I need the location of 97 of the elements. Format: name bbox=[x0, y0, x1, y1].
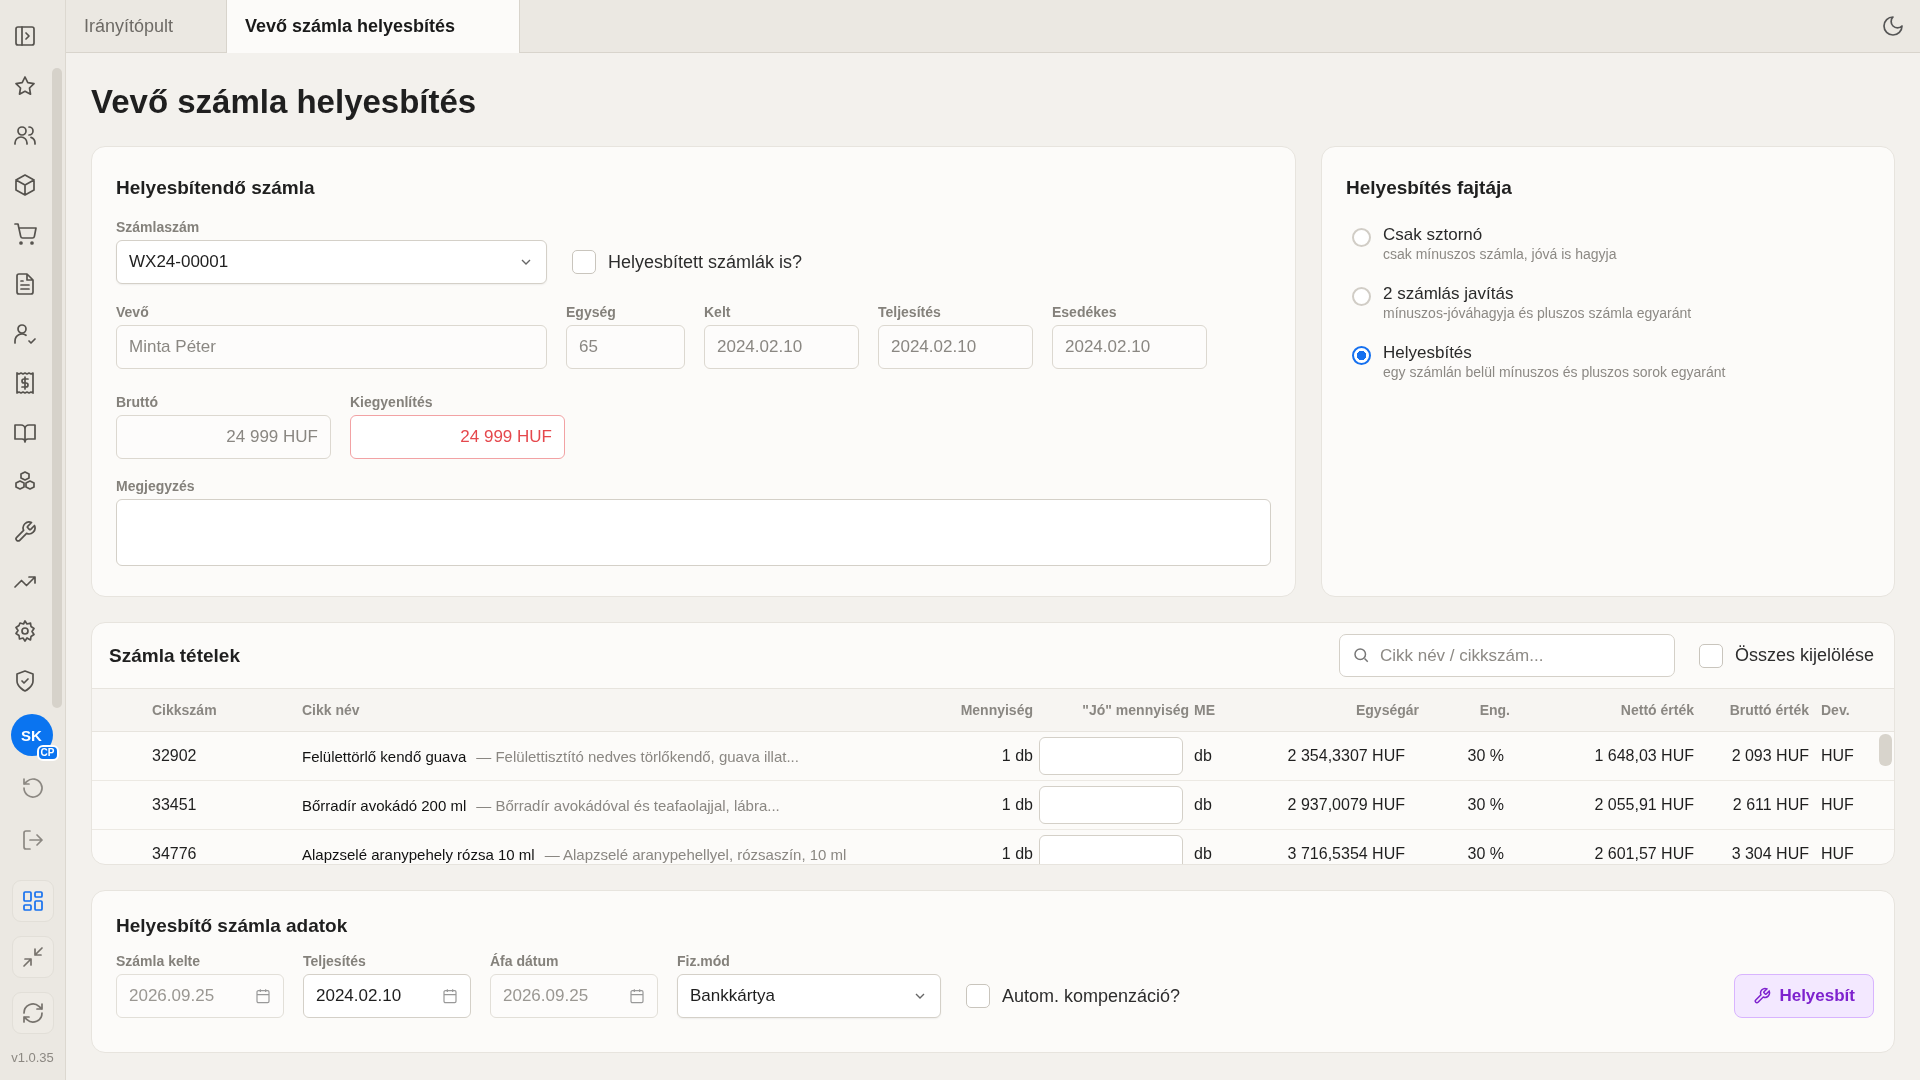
column-header[interactable]: Cikkszám bbox=[152, 702, 302, 718]
field-label: Vevő bbox=[116, 304, 150, 320]
search-icon bbox=[1351, 646, 1370, 664]
field-label: Számla kelte bbox=[116, 953, 202, 969]
field-label: Kelt bbox=[704, 304, 732, 320]
grid-icon[interactable] bbox=[11, 880, 54, 923]
search-field[interactable]: Cikk név / cikkszám... bbox=[1338, 634, 1675, 677]
table-cell-text: 1 648,03 HUF bbox=[1593, 747, 1695, 765]
option-description: csak mínuszos számla, jóvá is hagyja bbox=[1383, 246, 1617, 262]
table-cell-text: 2 601,57 HUF bbox=[1593, 845, 1695, 863]
card-title: Helyesbítő számla adatok bbox=[116, 915, 349, 937]
column-header[interactable]: Egységár bbox=[1239, 702, 1419, 718]
field-label: Egység bbox=[566, 304, 617, 320]
item-description: — Bőrradír avokádóval és teafaolajjal, lábra... bbox=[476, 796, 780, 814]
table-cell-text: db bbox=[1193, 796, 1213, 814]
page-title: Vevő számla helyesbítés bbox=[91, 82, 478, 122]
table-cell-text: db bbox=[1193, 845, 1213, 863]
item-name: Alapzselé aranypehely rózsa 10 ml bbox=[302, 845, 535, 863]
column-header[interactable]: Dev. bbox=[1821, 702, 1869, 718]
table-cell-text: 3 716,5354 HUF bbox=[1286, 845, 1406, 863]
input-field[interactable] bbox=[1039, 737, 1183, 775]
column-header[interactable]: Eng. bbox=[1419, 702, 1519, 718]
date-field[interactable]: 2024.02.10 bbox=[303, 974, 471, 1018]
table-cell-text: 34776 bbox=[152, 845, 198, 863]
checkbox[interactable] bbox=[572, 250, 596, 274]
column-header[interactable]: Mennyiség bbox=[949, 702, 1039, 718]
table-cell-text: 2 611 HUF bbox=[1731, 796, 1810, 814]
table-cell-text: 2 354,3307 HUF bbox=[1286, 747, 1406, 765]
invoice-number-select[interactable]: WX24-00001 bbox=[116, 240, 547, 284]
checkbox-label: Helyesbített számlák is? bbox=[608, 251, 803, 273]
table-cell-text: 2 055,91 HUF bbox=[1593, 796, 1695, 814]
field-label: Esedékes bbox=[1052, 304, 1118, 320]
collapse-icon[interactable] bbox=[11, 936, 54, 979]
option-label: Csak sztornó bbox=[1383, 225, 1484, 245]
calendar-icon bbox=[255, 988, 271, 1004]
table-cell-text: 1 db bbox=[1000, 747, 1034, 765]
field-label: Teljesítés bbox=[303, 953, 367, 969]
note-field[interactable] bbox=[116, 499, 1271, 566]
table-cell-text: HUF bbox=[1821, 747, 1855, 765]
item-description: — Felülettisztító nedves törlőkendő, guava illat... bbox=[476, 747, 799, 765]
checkbox[interactable] bbox=[1698, 643, 1723, 668]
radio-button[interactable] bbox=[1352, 346, 1371, 365]
input-field[interactable] bbox=[1039, 786, 1183, 824]
avatar-badge: CP bbox=[36, 745, 59, 762]
item-description: — Alapzselé aranypehellyel, rózsaszín, 10 ml bbox=[544, 845, 847, 863]
version-label: v1.0.35 bbox=[11, 1050, 54, 1066]
payment-method-select[interactable]: Bankkártya bbox=[677, 974, 941, 1018]
table-cell-text: 3 304 HUF bbox=[1730, 845, 1810, 863]
field-label: Fiz.mód bbox=[677, 953, 731, 969]
table-cell-text: 30 % bbox=[1466, 747, 1505, 765]
wrench-icon bbox=[1753, 987, 1772, 1005]
dark-mode-icon[interactable] bbox=[1881, 14, 1905, 38]
refresh-icon[interactable] bbox=[11, 992, 54, 1035]
card-title: Számla tételek bbox=[109, 644, 240, 667]
scrollbar[interactable] bbox=[1879, 734, 1892, 766]
checkbox[interactable] bbox=[966, 984, 990, 1008]
table-cell-text: 32902 bbox=[152, 747, 198, 765]
column-header[interactable]: "Jó" mennyiség bbox=[1039, 702, 1189, 718]
field-label: Megjegyzés bbox=[116, 478, 196, 494]
checkbox-label: Összes kijelölése bbox=[1734, 645, 1874, 666]
table-cell-text: HUF bbox=[1821, 845, 1855, 863]
table-cell-text: 33451 bbox=[152, 796, 198, 814]
amount-field[interactable]: 24 999 HUF bbox=[116, 415, 331, 459]
field-label: Teljesítés bbox=[878, 304, 942, 320]
tab[interactable]: Irányítópult bbox=[66, 0, 226, 52]
calendar-icon bbox=[442, 988, 458, 1004]
tab[interactable]: Vevő számla helyesbítés bbox=[226, 0, 520, 53]
table-cell-text: HUF bbox=[1821, 796, 1855, 814]
calendar-icon bbox=[629, 988, 645, 1004]
column-header[interactable]: Nettó érték bbox=[1519, 702, 1699, 718]
table-cell-text: 2 093 HUF bbox=[1730, 747, 1810, 765]
column-header[interactable]: ME bbox=[1189, 702, 1239, 718]
table-cell-text: 1 db bbox=[1000, 796, 1034, 814]
submit-button[interactable]: Helyesbít bbox=[1734, 974, 1874, 1018]
item-name: Bőrradír avokádó 200 ml bbox=[302, 796, 467, 814]
option-label: 2 számlás javítás bbox=[1383, 284, 1515, 304]
field-label: Bruttó bbox=[116, 394, 159, 410]
option-description: egy számlán belül mínuszos és pluszos sorok egyaránt bbox=[1383, 364, 1726, 380]
card-title: Helyesbítés fajtája bbox=[1346, 177, 1513, 199]
checkbox-label: Autom. kompenzáció? bbox=[1002, 985, 1181, 1007]
table-cell-text: db bbox=[1193, 747, 1213, 765]
input-field[interactable] bbox=[1039, 835, 1183, 864]
field-label: Kiegyenlítés bbox=[350, 394, 434, 410]
amount-field[interactable]: 24 999 HUF bbox=[350, 415, 565, 459]
table-cell-text: 30 % bbox=[1466, 796, 1505, 814]
item-name: Felülettörlő kendő guava bbox=[302, 747, 467, 765]
field-label: Számlaszám bbox=[116, 219, 201, 235]
column-header[interactable]: Cikk név bbox=[302, 702, 949, 718]
table-cell-text: 1 db bbox=[1000, 845, 1034, 863]
option-description: mínuszos-jóváhagyja és pluszos számla egyaránt bbox=[1383, 305, 1692, 321]
table-cell-text: 30 % bbox=[1466, 845, 1505, 863]
column-header[interactable]: Bruttó érték bbox=[1699, 702, 1821, 718]
field-label: Áfa dátum bbox=[490, 953, 560, 969]
option-label: Helyesbítés bbox=[1383, 343, 1473, 363]
scrollbar[interactable] bbox=[52, 68, 62, 708]
card-title: Helyesbítendő számla bbox=[116, 177, 316, 199]
table-cell-text: 2 937,0079 HUF bbox=[1286, 796, 1406, 814]
